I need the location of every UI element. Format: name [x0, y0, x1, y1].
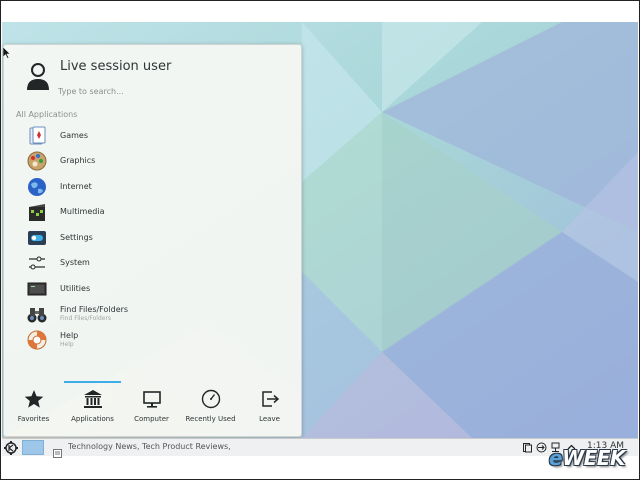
app-item-help[interactable]: Help Help	[4, 327, 301, 353]
leave-exit-icon	[259, 388, 281, 410]
app-label: Help	[60, 330, 79, 340]
settings-toggle-icon	[26, 227, 48, 249]
kde-application-launcher-icon[interactable]	[4, 440, 18, 455]
screen: Live session user All Applications Games…	[0, 0, 640, 480]
app-item-system[interactable]: System	[4, 251, 301, 277]
app-item-graphics[interactable]: Graphics	[4, 149, 301, 175]
browser-task-icon	[53, 443, 62, 458]
internet-globe-icon	[26, 176, 48, 198]
applications-building-icon	[82, 388, 104, 410]
app-label: Games	[60, 130, 88, 140]
system-sliders-icon	[26, 252, 48, 274]
app-item-multimedia[interactable]: Multimedia	[4, 200, 301, 226]
multimedia-icon	[26, 201, 48, 223]
utilities-icon	[26, 278, 48, 300]
search-input[interactable]	[58, 83, 258, 99]
user-avatar-icon[interactable]	[25, 63, 51, 91]
clipboard-icon[interactable]	[522, 442, 533, 453]
tab-favorites[interactable]: Favorites	[4, 378, 63, 434]
app-label: Utilities	[60, 283, 91, 293]
lifebuoy-icon	[26, 329, 48, 351]
tab-computer[interactable]: Computer	[122, 378, 181, 434]
app-label: Multimedia	[60, 207, 105, 217]
eweek-watermark-logo: eWEEK	[549, 446, 625, 470]
games-icon	[26, 125, 48, 147]
app-label: Find Files/Folders	[60, 305, 129, 315]
mouse-pointer-icon	[2, 44, 11, 59]
tab-label: Applications	[71, 415, 114, 423]
app-label: System	[60, 258, 90, 268]
binoculars-icon	[26, 303, 48, 325]
app-item-utilities[interactable]: Utilities	[4, 276, 301, 302]
virtual-desktop-pager[interactable]	[22, 440, 44, 455]
tab-recently-used[interactable]: Recently Used	[181, 378, 240, 434]
section-label: All Applications	[16, 110, 78, 119]
taskbar-panel: Technology News, Tech Product Reviews, R…	[2, 438, 638, 458]
application-list: Games Graphics Internet Multimedia Setti…	[4, 123, 301, 353]
app-item-internet[interactable]: Internet	[4, 174, 301, 200]
taskbar-task-button[interactable]: Technology News, Tech Product Reviews, R	[68, 442, 233, 451]
clock-icon	[200, 388, 222, 410]
star-icon	[23, 388, 45, 410]
app-item-find-files[interactable]: Find Files/Folders Find Files/Folders	[4, 302, 301, 328]
app-label: Graphics	[60, 156, 96, 166]
device-notifier-icon[interactable]	[536, 442, 547, 453]
tab-label: Recently Used	[185, 415, 236, 423]
tab-leave[interactable]: Leave	[240, 378, 299, 434]
app-label: Internet	[60, 181, 92, 191]
launcher-tab-bar: Favorites Applications Computer Recently…	[4, 378, 301, 434]
app-description: Find Files/Folders	[60, 315, 112, 323]
tab-label: Favorites	[17, 415, 50, 423]
tab-label: Computer	[134, 415, 169, 423]
app-label: Settings	[60, 232, 93, 242]
tab-applications[interactable]: Applications	[63, 378, 122, 434]
tab-label: Leave	[259, 415, 280, 423]
application-launcher-menu: Live session user All Applications Games…	[3, 44, 302, 437]
graphics-icon	[26, 150, 48, 172]
app-item-games[interactable]: Games	[4, 123, 301, 149]
app-description: Help	[60, 340, 74, 348]
user-name: Live session user	[60, 59, 172, 74]
app-item-settings[interactable]: Settings	[4, 225, 301, 251]
computer-monitor-icon	[141, 388, 163, 410]
